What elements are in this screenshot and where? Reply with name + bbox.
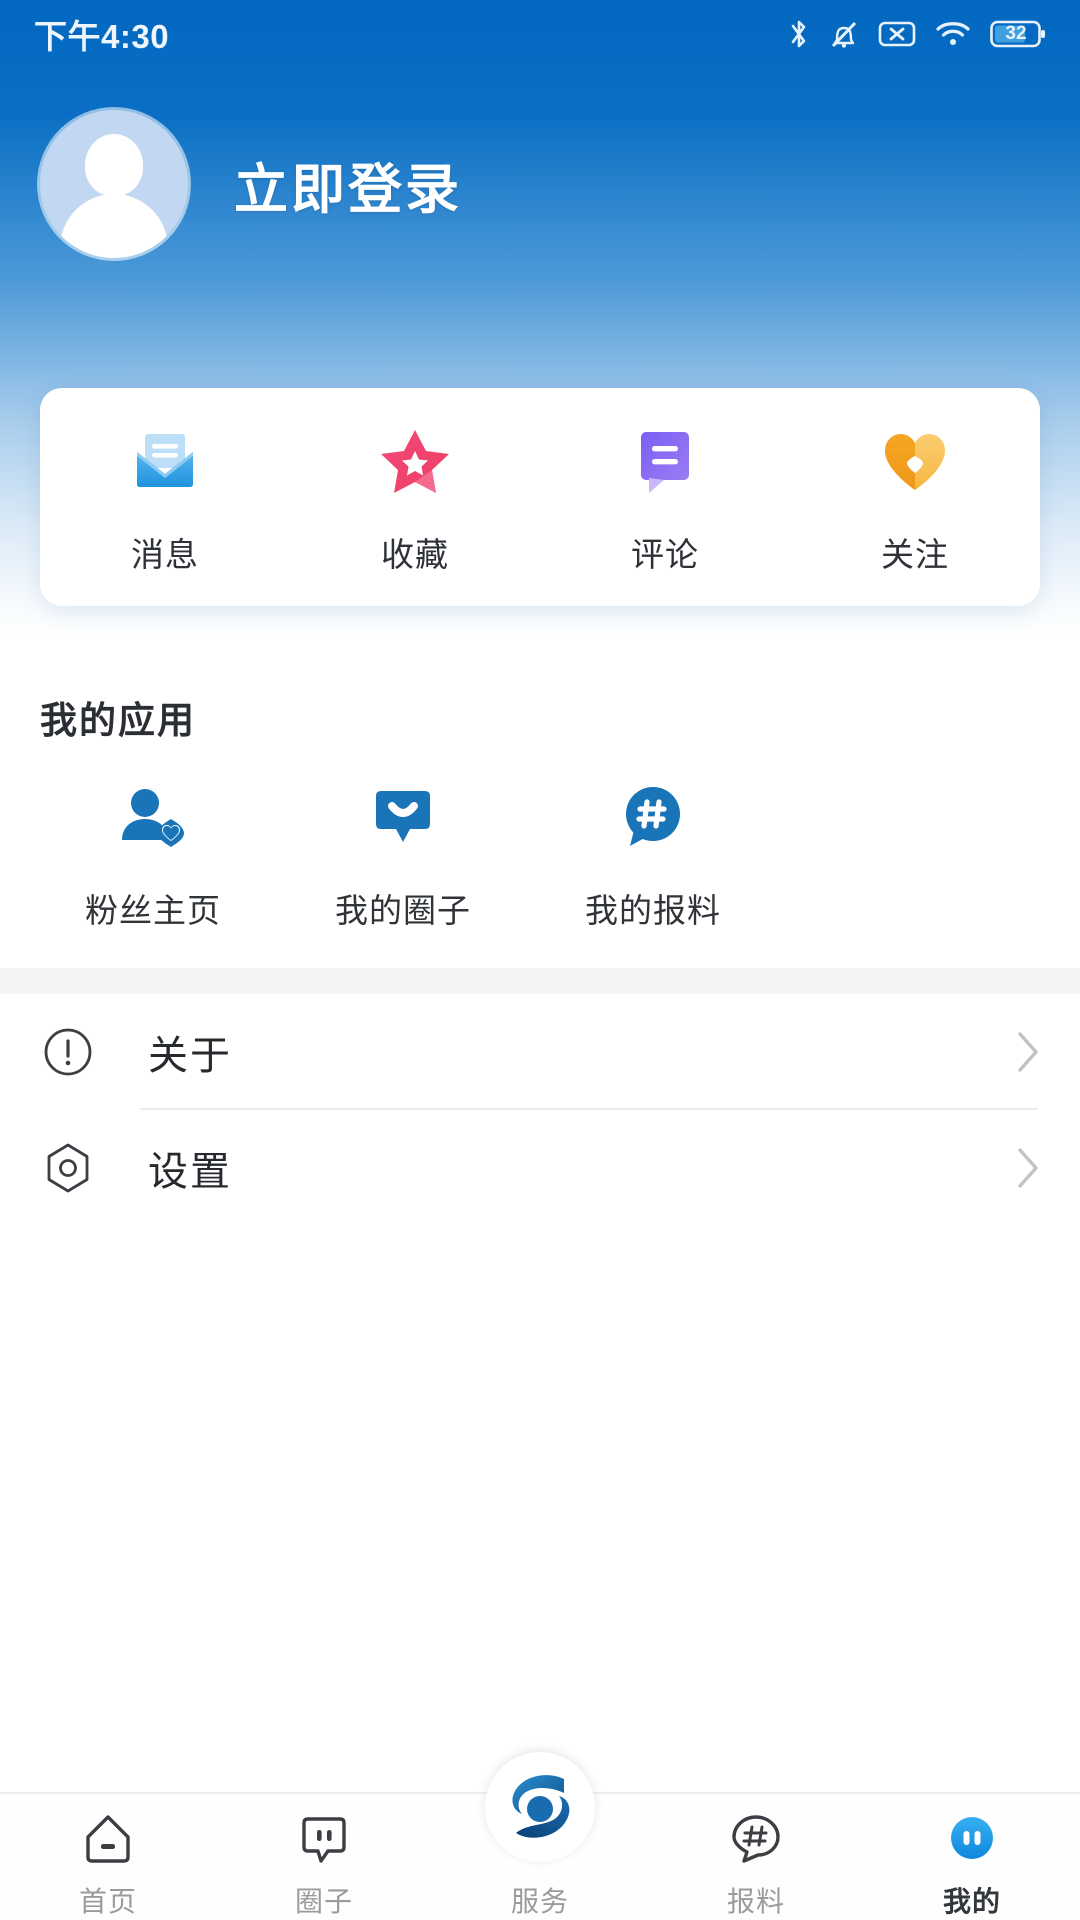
smile-bubble-icon: [364, 780, 442, 858]
list-row-settings[interactable]: 设置: [0, 1110, 1080, 1226]
avatar-head-shape: [85, 134, 143, 196]
chat-bubble-icon: [293, 1808, 355, 1870]
profile-face-icon: [941, 1808, 1003, 1870]
app-item-label: 粉丝主页: [85, 892, 221, 929]
wifi-icon: [936, 22, 970, 45]
home-icon: [77, 1808, 139, 1870]
nav-item-label: 服务: [510, 1886, 569, 1917]
heart-icon: [873, 418, 957, 502]
star-icon: [373, 418, 457, 502]
quick-action-label: 评论: [631, 536, 699, 573]
avatar-body-shape: [60, 194, 168, 258]
list-row-label: 设置: [148, 1150, 232, 1194]
quick-action-messages[interactable]: 消息: [40, 418, 290, 576]
my-profile-screen: 下午4:30 32 立即登录 消息 收藏 评论 关注 我的应用 粉丝主页 我的圈…: [0, 0, 1080, 1920]
quick-action-favorites[interactable]: 收藏: [290, 418, 540, 576]
my-apps-section-title: 我的应用: [40, 700, 196, 741]
settings-hexagon-icon: [47, 1143, 89, 1193]
profile-header[interactable]: 立即登录: [0, 110, 1080, 258]
status-bar-icons: 32: [788, 18, 1046, 50]
quick-actions-card: 消息 收藏 评论 关注: [40, 388, 1040, 606]
status-bar: 下午4:30 32: [0, 0, 1080, 68]
chevron-right-icon: [1018, 1032, 1038, 1072]
nav-item-mine[interactable]: 我的: [864, 1794, 1080, 1920]
app-item-fans-homepage[interactable]: 粉丝主页: [28, 780, 278, 932]
bluetooth-icon: [791, 20, 806, 48]
comment-bubble-icon: [623, 418, 707, 502]
quick-action-follow[interactable]: 关注: [790, 418, 1040, 576]
battery-icon: 32: [990, 19, 1046, 49]
nav-item-label: 首页: [78, 1886, 137, 1917]
default-avatar-icon[interactable]: [40, 110, 188, 258]
quick-action-comments[interactable]: 评论: [540, 418, 790, 576]
nav-item-reports[interactable]: 报料: [648, 1794, 864, 1920]
nav-item-service[interactable]: 服务: [432, 1752, 648, 1920]
info-circle-icon: [44, 1028, 92, 1076]
app-item-my-circle[interactable]: 我的圈子: [278, 780, 528, 932]
app-item-label: 我的报料: [585, 892, 721, 929]
quick-action-label: 消息: [131, 536, 199, 573]
quick-action-label: 收藏: [381, 536, 449, 573]
nav-item-label: 我的: [942, 1886, 1001, 1917]
nav-item-label: 圈子: [294, 1886, 353, 1917]
nav-item-home[interactable]: 首页: [0, 1794, 216, 1920]
nav-item-circle[interactable]: 圈子: [216, 1794, 432, 1920]
nav-item-label: 报料: [726, 1886, 785, 1917]
sim-no-service-icon: [878, 21, 916, 47]
list-row-label: 关于: [148, 1034, 232, 1078]
hashtag-bubble-icon: [725, 1808, 787, 1870]
app-item-label: 我的圈子: [335, 892, 471, 929]
battery-level-text: 32: [1005, 23, 1027, 44]
quick-action-label: 关注: [881, 536, 949, 573]
status-bar-time: 下午4:30: [34, 18, 170, 55]
hashtag-bubble-icon: [614, 780, 692, 858]
list-row-about[interactable]: 关于: [0, 994, 1080, 1110]
section-separator-band: [0, 968, 1080, 994]
app-item-my-reports[interactable]: 我的报料: [528, 780, 778, 932]
bell-muted-icon: [831, 21, 857, 48]
chevron-right-icon: [1018, 1148, 1038, 1188]
my-apps-row: 粉丝主页 我的圈子 我的报料: [0, 780, 1080, 932]
envelope-icon: [123, 418, 207, 502]
settings-list: 关于 设置: [0, 994, 1080, 1226]
person-heart-icon: [114, 780, 192, 858]
bottom-navigation-bar: 首页 圈子 服务 报料 我的: [0, 1752, 1080, 1920]
service-logo-icon[interactable]: [485, 1752, 595, 1862]
login-now-label[interactable]: 立即登录: [234, 145, 462, 224]
